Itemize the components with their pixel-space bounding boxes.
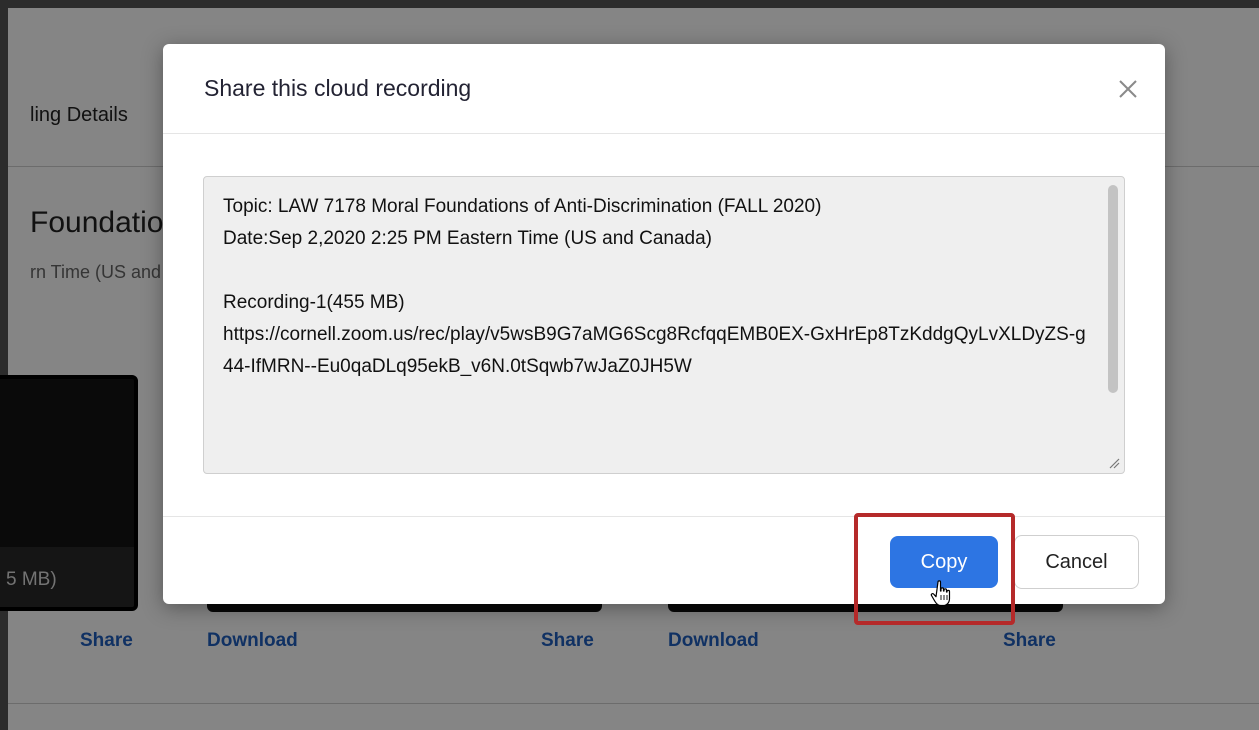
dialog-title: Share this cloud recording <box>204 75 472 101</box>
hand-pointer-icon <box>928 578 958 608</box>
resize-grip-icon <box>1109 458 1120 469</box>
dialog-header: Share this cloud recording <box>163 44 1165 134</box>
copy-highlight-box <box>854 513 1015 625</box>
resize-handle[interactable] <box>1104 453 1122 471</box>
share-info-textarea[interactable]: Topic: LAW 7178 Moral Foundations of Ant… <box>203 176 1125 474</box>
textarea-scrollbar[interactable] <box>1102 177 1124 473</box>
close-icon <box>1119 80 1137 98</box>
close-button[interactable] <box>1111 72 1145 106</box>
cancel-button[interactable]: Cancel <box>1014 535 1139 589</box>
share-info-text: Topic: LAW 7178 Moral Foundations of Ant… <box>223 196 1086 377</box>
scrollbar-thumb[interactable] <box>1108 185 1118 393</box>
